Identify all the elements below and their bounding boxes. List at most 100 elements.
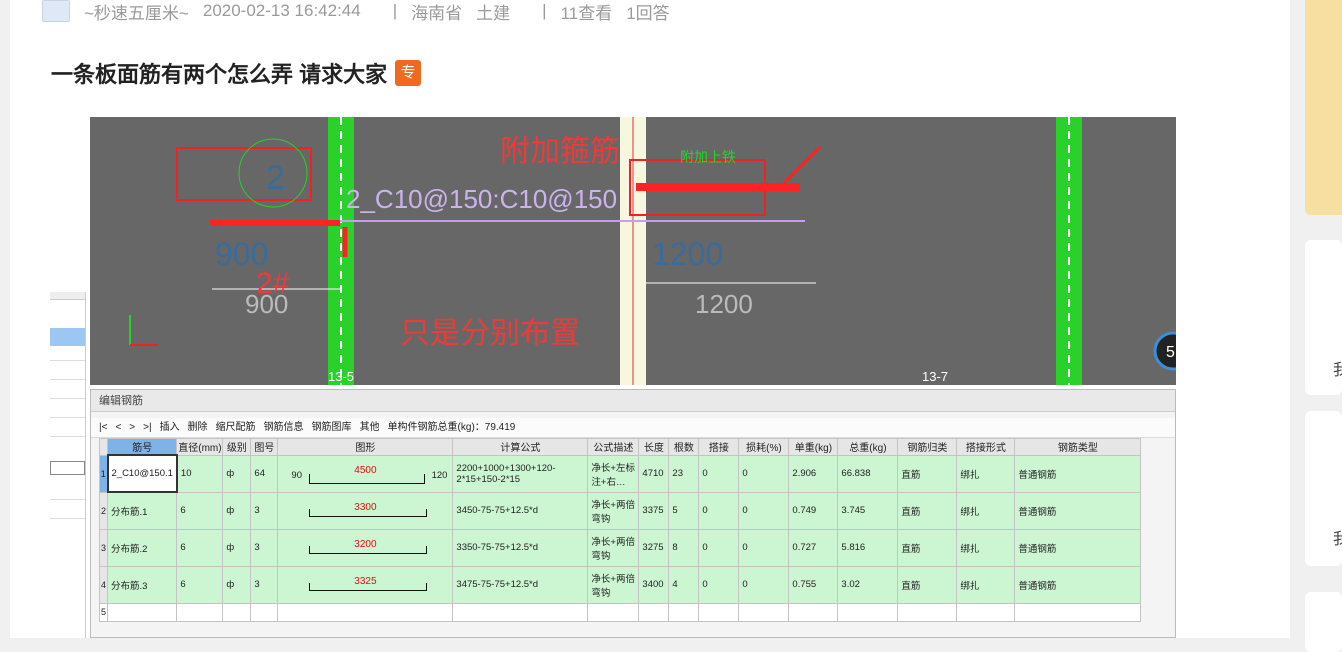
col-header[interactable]: 总重(kg) xyxy=(837,438,899,456)
col-header[interactable]: 公式描述 xyxy=(587,438,640,456)
cell-total-weight[interactable]: 3.02 xyxy=(837,565,899,604)
cell-shape[interactable]: 90 4500 120 xyxy=(277,454,454,493)
cell-loss[interactable]: 0 xyxy=(738,454,790,493)
cell-total-weight[interactable]: 66.838 xyxy=(837,454,899,493)
cell-count[interactable]: 23 xyxy=(668,454,700,493)
cell-unit-weight[interactable]: 0.749 xyxy=(788,491,839,530)
cell-category[interactable]: 直筋 xyxy=(897,491,958,530)
cell-grade[interactable]: ф xyxy=(222,565,252,604)
cell-category[interactable]: 直筋 xyxy=(897,565,958,604)
cell-category[interactable]: 直筋 xyxy=(897,454,958,493)
col-header[interactable]: 图号 xyxy=(250,438,279,456)
nav-last[interactable]: >| xyxy=(143,418,151,437)
cell-description[interactable]: 净长+左标注+右… xyxy=(587,454,640,493)
avatar[interactable] xyxy=(42,0,70,22)
cell-formula[interactable]: 3475-75-75+12.5*d xyxy=(452,565,589,604)
sidebar-banner[interactable] xyxy=(1305,0,1342,215)
nav-first[interactable]: |< xyxy=(99,418,107,437)
cell-figure-no[interactable]: 3 xyxy=(250,491,279,530)
cell-diameter[interactable]: 6 xyxy=(176,528,224,567)
cell-diameter[interactable]: 10 xyxy=(176,454,224,493)
cell-diameter[interactable]: 6 xyxy=(176,491,224,530)
other-button[interactable]: 其他 xyxy=(360,418,380,437)
nav-next[interactable]: > xyxy=(129,418,135,437)
cell-rebar-type[interactable]: 普通钢筋 xyxy=(1014,491,1142,530)
cell-lap[interactable]: 0 xyxy=(698,565,740,604)
col-header[interactable]: 单重(kg) xyxy=(788,438,839,456)
cell-rebar-type[interactable]: 普通钢筋 xyxy=(1014,454,1142,493)
cell-lap-type[interactable]: 绑扎 xyxy=(956,491,1016,530)
cell-description[interactable]: 净长+两倍弯钩 xyxy=(587,565,640,604)
cell-figure-no[interactable]: 64 xyxy=(250,454,279,493)
table-row[interactable]: 2 分布筋.1 6 ф 3 3300 3450-75-75+12.5*d 净长+… xyxy=(99,491,1142,530)
col-header[interactable]: 筋号 xyxy=(106,438,178,456)
cell-shape[interactable]: 3300 xyxy=(277,491,454,530)
cell-count[interactable]: 8 xyxy=(668,528,700,567)
cell-name[interactable]: 分布筋.2 xyxy=(106,528,178,567)
cell-unit-weight[interactable]: 2.906 xyxy=(788,454,839,493)
col-header[interactable]: 长度 xyxy=(638,438,670,456)
scale-rebar-button[interactable]: 缩尺配筋 xyxy=(216,418,256,437)
col-header[interactable]: 钢筋类型 xyxy=(1014,438,1142,456)
table-row[interactable]: 1 2_C10@150.1 10 ф 64 90 4500 120 2200+100… xyxy=(99,454,1142,493)
cell-name[interactable]: 2_C10@150.1 xyxy=(106,454,178,493)
cell-lap[interactable]: 0 xyxy=(698,491,740,530)
sidebar-card[interactable]: 我 xyxy=(1305,411,1342,566)
cell-count[interactable]: 4 xyxy=(668,565,700,604)
cell-formula[interactable]: 3350-75-75+12.5*d xyxy=(452,528,589,567)
cell-description[interactable]: 净长+两倍弯钩 xyxy=(587,528,640,567)
cell-formula[interactable]: 3450-75-75+12.5*d xyxy=(452,491,589,530)
cell-total-weight[interactable]: 5.816 xyxy=(837,528,899,567)
cell-category[interactable]: 直筋 xyxy=(897,528,958,567)
cell-name[interactable]: 分布筋.1 xyxy=(106,491,178,530)
rebar-info-button[interactable]: 钢筋信息 xyxy=(264,418,304,437)
cell-length[interactable]: 3375 xyxy=(638,491,670,530)
attached-screenshot[interactable]: 2 2_C10@150:C10@150 附加上铁 900 1200 900 12… xyxy=(50,117,1176,638)
col-header[interactable]: 直径(mm) xyxy=(176,438,224,456)
cell-figure-no[interactable]: 3 xyxy=(250,528,279,567)
col-header[interactable]: 计算公式 xyxy=(452,438,589,456)
cell-count[interactable]: 5 xyxy=(668,491,700,530)
sidebar-card[interactable] xyxy=(1305,592,1342,652)
col-header[interactable]: 搭接形式 xyxy=(956,438,1016,456)
col-header[interactable]: 钢筋归类 xyxy=(897,438,958,456)
col-header[interactable]: 级别 xyxy=(222,438,252,456)
cell-lap-type[interactable]: 绑扎 xyxy=(956,565,1016,604)
cell-grade[interactable]: ф xyxy=(222,528,252,567)
cell-grade[interactable]: ф xyxy=(222,454,252,493)
cell-loss[interactable]: 0 xyxy=(738,565,790,604)
cell-lap[interactable]: 0 xyxy=(698,528,740,567)
cell-name[interactable]: 分布筋.3 xyxy=(106,565,178,604)
col-header[interactable]: 根数 xyxy=(668,438,700,456)
delete-button[interactable]: 删除 xyxy=(188,418,208,437)
sidebar-card[interactable]: 我 xyxy=(1305,240,1342,395)
rebar-library-button[interactable]: 钢筋图库 xyxy=(312,418,352,437)
cell-diameter[interactable]: 6 xyxy=(176,565,224,604)
cell-lap-type[interactable]: 绑扎 xyxy=(956,454,1016,493)
cell-grade[interactable]: ф xyxy=(222,491,252,530)
cell-unit-weight[interactable]: 0.727 xyxy=(788,528,839,567)
cell-length[interactable]: 4710 xyxy=(638,454,670,493)
cell-shape[interactable]: 3325 xyxy=(277,565,454,604)
cell-unit-weight[interactable]: 0.755 xyxy=(788,565,839,604)
cell-length[interactable]: 3400 xyxy=(638,565,670,604)
cell-figure-no[interactable]: 3 xyxy=(250,565,279,604)
cell-total-weight[interactable]: 3.745 xyxy=(837,491,899,530)
cell-formula[interactable]: 2200+1000+1300+120-2*15+150-2*15 xyxy=(452,454,589,493)
table-row[interactable]: 4 分布筋.3 6 ф 3 3325 3475-75-75+12.5*d 净长+… xyxy=(99,565,1142,604)
table-row[interactable]: 5 xyxy=(99,602,1142,622)
insert-button[interactable]: 插入 xyxy=(160,418,180,437)
cell-loss[interactable]: 0 xyxy=(738,491,790,530)
cell-shape[interactable]: 3200 xyxy=(277,528,454,567)
table-row[interactable]: 3 分布筋.2 6 ф 3 3200 3350-75-75+12.5*d 净长+… xyxy=(99,528,1142,567)
nav-prev[interactable]: < xyxy=(115,418,121,437)
cell-length[interactable]: 3275 xyxy=(638,528,670,567)
col-header[interactable]: 损耗(%) xyxy=(738,438,790,456)
cell-rebar-type[interactable]: 普通钢筋 xyxy=(1014,528,1142,567)
cell-rebar-type[interactable]: 普通钢筋 xyxy=(1014,565,1142,604)
cell-loss[interactable]: 0 xyxy=(738,528,790,567)
cell-lap-type[interactable]: 绑扎 xyxy=(956,528,1016,567)
author-name[interactable]: ~秒速五厘米~ xyxy=(84,0,189,24)
cell-lap[interactable]: 0 xyxy=(698,454,740,493)
cell-description[interactable]: 净长+两倍弯钩 xyxy=(587,491,640,530)
